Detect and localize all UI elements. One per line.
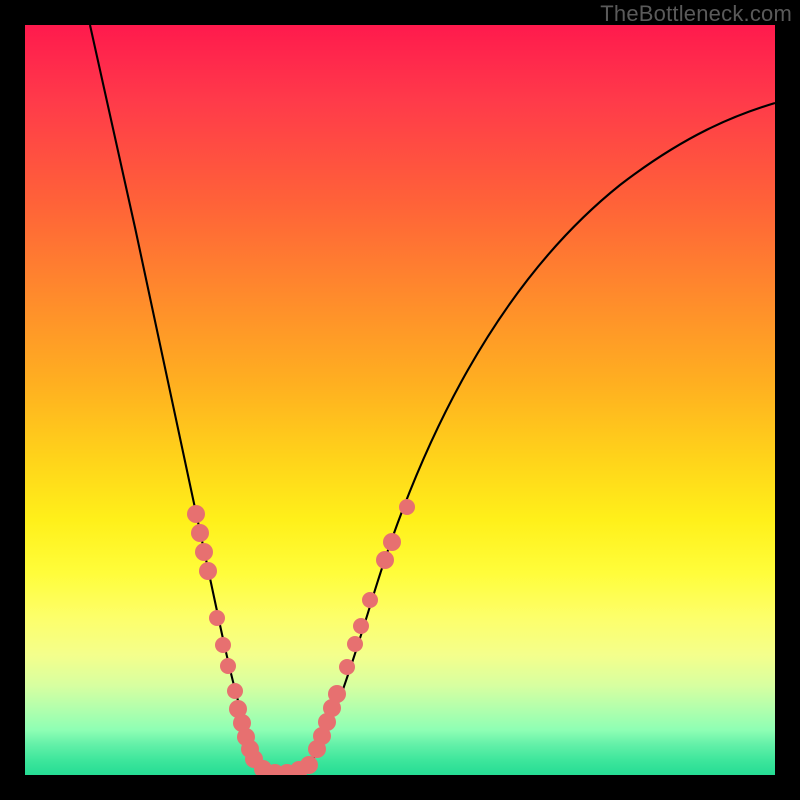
bottleneck-curve [25,25,775,775]
plot-area [25,25,775,775]
highlight-blobs [187,499,415,775]
watermark-text: TheBottleneck.com [600,1,792,27]
curve-path [90,25,775,775]
